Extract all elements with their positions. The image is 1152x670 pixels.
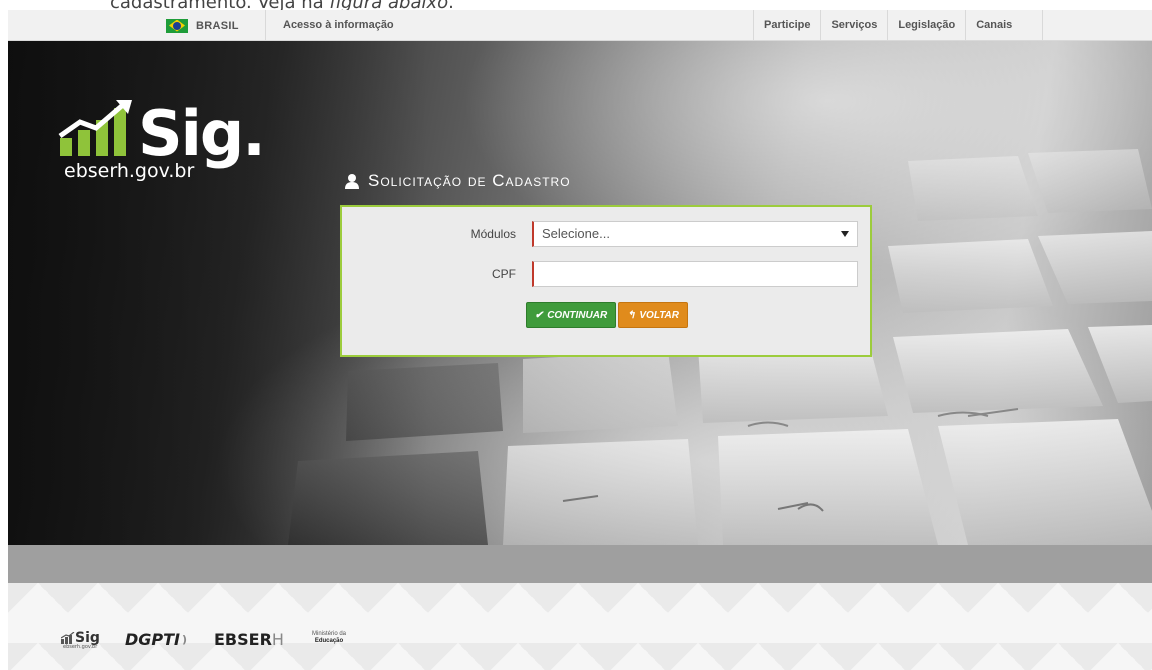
page: cadastramento. Veja na figura abaixo. BR… (0, 0, 1152, 670)
cpf-label: CPF (492, 267, 516, 281)
registration-form: Módulos Selecione... CPF ✔ CONTINUAR ↰ V… (340, 205, 872, 357)
continue-button-label: CONTINUAR (547, 309, 608, 321)
back-button[interactable]: ↰ VOLTAR (618, 302, 688, 328)
grey-band (8, 545, 1152, 583)
hero-background: Sig. ebserh.gov.br Solicitação de Cadast… (8, 41, 1152, 545)
gov-link-participe[interactable]: Participe (753, 10, 820, 41)
growth-chart-logo-icon (58, 100, 132, 156)
gov-link-servicos[interactable]: Serviços (820, 10, 887, 41)
check-icon: ✔ (534, 309, 544, 321)
footer: Sig ebserh.gov.br DGPTI ) EBSER H Ministé… (8, 583, 1152, 670)
back-button-label: VOLTAR (639, 309, 679, 321)
gov-links: Participe Serviços Legislação Canais (753, 10, 1044, 41)
brasil-label: BRASIL (196, 19, 239, 32)
footer-sig-chart-icon (61, 632, 75, 644)
modules-select[interactable]: Selecione... (532, 221, 858, 247)
brazil-flag-icon (166, 18, 188, 33)
caret-down-icon (841, 231, 849, 237)
modules-label: Módulos (470, 227, 516, 241)
footer-ebserh-logo[interactable]: EBSER H (214, 630, 284, 649)
form-title-text: Solicitação de Cadastro (368, 171, 571, 190)
gov-link-legislacao[interactable]: Legislação (887, 10, 965, 41)
access-info-link[interactable]: Acesso à informação (283, 19, 394, 31)
form-title: Solicitação de Cadastro (344, 171, 571, 191)
continue-button[interactable]: ✔ CONTINUAR (526, 302, 616, 328)
screenshot: BRASIL Acesso à informação Participe Ser… (8, 10, 1152, 670)
footer-ebserh-h: H (271, 630, 284, 649)
footer-mec-logo[interactable]: Ministério da Educação (311, 631, 347, 645)
footer-ebserh-text: EBSER (214, 630, 272, 649)
gov-link-canais[interactable]: Canais (965, 10, 1044, 41)
footer-dgpti-text: DGPTI (125, 630, 181, 649)
footer-sig-logo[interactable]: Sig ebserh.gov.br (61, 630, 100, 650)
cpf-input[interactable] (532, 261, 858, 287)
footer-sig-domain: ebserh.gov.br (63, 644, 98, 650)
brasil-link[interactable]: BRASIL (166, 10, 266, 41)
modules-select-value: Selecione... (542, 226, 610, 241)
gov-bar: BRASIL Acesso à informação Participe Ser… (8, 10, 1152, 41)
sig-logo-domain: ebserh.gov.br (64, 160, 195, 182)
user-icon (345, 174, 359, 189)
footer-mec-line1: Ministério da (311, 631, 346, 637)
footer-mec-line2: Educação (314, 638, 344, 644)
footer-dgpti-logo[interactable]: DGPTI ) (125, 630, 187, 649)
back-arrow-icon: ↰ (626, 309, 636, 321)
signal-icon: ) (182, 633, 188, 646)
sig-logo: Sig. ebserh.gov.br (58, 98, 278, 188)
